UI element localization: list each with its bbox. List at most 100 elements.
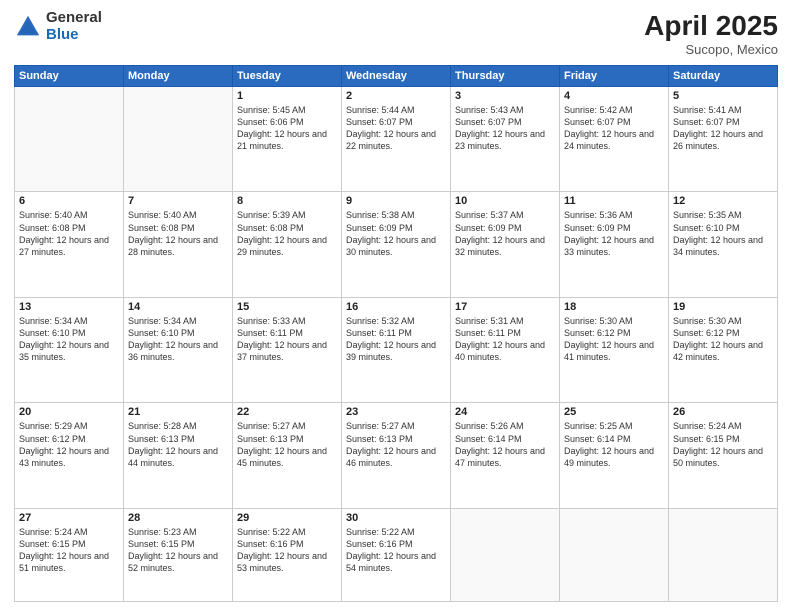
day-number: 6 [19, 195, 119, 207]
calendar-cell: 28 Sunrise: 5:23 AM Sunset: 6:15 PM Dayli… [124, 508, 233, 601]
day-number: 8 [237, 195, 337, 207]
day-number: 23 [346, 406, 446, 418]
calendar-cell: 3 Sunrise: 5:43 AM Sunset: 6:07 PM Daylig… [451, 87, 560, 192]
calendar-cell: 18Sunrise: 5:30 AM Sunset: 6:12 PM Dayli… [560, 297, 669, 402]
calendar-cell [124, 87, 233, 192]
day-number: 30 [346, 512, 446, 524]
cell-info: Sunrise: 5:43 AM Sunset: 6:07 PM Dayligh… [455, 104, 555, 153]
cell-info: Sunrise: 5:34 AM Sunset: 6:10 PM Dayligh… [128, 315, 228, 364]
cell-info: Sunrise: 5:27 AM Sunset: 6:13 PM Dayligh… [346, 420, 446, 469]
day-number: 3 [455, 90, 555, 102]
calendar-cell: 14 Sunrise: 5:34 AM Sunset: 6:10 PM Dayli… [124, 297, 233, 402]
calendar-cell: 20 Sunrise: 5:29 AM Sunset: 6:12 PM Dayli… [15, 403, 124, 508]
cell-info: Sunrise: 5:27 AM Sunset: 6:13 PM Dayligh… [237, 420, 337, 469]
col-sunday: Sunday [15, 66, 124, 87]
header: General Blue April 2025 Sucopo, Mexico [14, 10, 778, 57]
cell-info: Sunrise: 5:25 AM Sunset: 6:14 PM Dayligh… [564, 420, 664, 469]
day-number: 17 [455, 301, 555, 313]
col-thursday: Thursday [451, 66, 560, 87]
cell-info: Sunrise: 5:28 AM Sunset: 6:13 PM Dayligh… [128, 420, 228, 469]
cell-info: Sunrise: 5:40 AM Sunset: 6:08 PM Dayligh… [128, 209, 228, 258]
calendar-cell: 15 Sunrise: 5:33 AM Sunset: 6:11 PM Dayli… [233, 297, 342, 402]
cell-info: Sunrise: 5:35 AM Sunset: 6:10 PM Dayligh… [673, 209, 773, 258]
cell-info: Sunrise: 5:24 AM Sunset: 6:15 PM Dayligh… [673, 420, 773, 469]
cell-info: Sunrise: 5:31 AM Sunset: 6:11 PM Dayligh… [455, 315, 555, 364]
cell-info: Sunrise: 5:41 AM Sunset: 6:07 PM Dayligh… [673, 104, 773, 153]
calendar-week-1: 1Sunrise: 5:45 AM Sunset: 6:06 PM Daylig… [15, 87, 778, 192]
cell-info: Sunrise: 5:39 AM Sunset: 6:08 PM Dayligh… [237, 209, 337, 258]
col-friday: Friday [560, 66, 669, 87]
logo-general-text: General [46, 10, 102, 27]
day-number: 7 [128, 195, 228, 207]
cell-info: Sunrise: 5:30 AM Sunset: 6:12 PM Dayligh… [673, 315, 773, 364]
calendar-week-2: 6 Sunrise: 5:40 AM Sunset: 6:08 PM Daylig… [15, 192, 778, 297]
calendar-cell: 29 Sunrise: 5:22 AM Sunset: 6:16 PM Dayli… [233, 508, 342, 601]
day-number: 20 [19, 406, 119, 418]
cell-info: Sunrise: 5:45 AM Sunset: 6:06 PM Dayligh… [237, 104, 337, 153]
title-location: Sucopo, Mexico [644, 42, 778, 57]
calendar-cell: 7 Sunrise: 5:40 AM Sunset: 6:08 PM Daylig… [124, 192, 233, 297]
day-number: 14 [128, 301, 228, 313]
calendar-cell: 5 Sunrise: 5:41 AM Sunset: 6:07 PM Daylig… [669, 87, 778, 192]
day-number: 12 [673, 195, 773, 207]
calendar-cell: 11Sunrise: 5:36 AM Sunset: 6:09 PM Dayli… [560, 192, 669, 297]
calendar-cell: 8 Sunrise: 5:39 AM Sunset: 6:08 PM Daylig… [233, 192, 342, 297]
logo: General Blue [14, 10, 102, 43]
day-number: 10 [455, 195, 555, 207]
calendar-table: Sunday Monday Tuesday Wednesday Thursday… [14, 65, 778, 602]
day-number: 22 [237, 406, 337, 418]
calendar-week-4: 20 Sunrise: 5:29 AM Sunset: 6:12 PM Dayli… [15, 403, 778, 508]
day-number: 11 [564, 195, 664, 207]
cell-info: Sunrise: 5:29 AM Sunset: 6:12 PM Dayligh… [19, 420, 119, 469]
day-number: 24 [455, 406, 555, 418]
day-number: 13 [19, 301, 119, 313]
calendar-cell: 21Sunrise: 5:28 AM Sunset: 6:13 PM Dayli… [124, 403, 233, 508]
day-number: 27 [19, 512, 119, 524]
day-number: 25 [564, 406, 664, 418]
calendar-cell: 1Sunrise: 5:45 AM Sunset: 6:06 PM Daylig… [233, 87, 342, 192]
day-number: 19 [673, 301, 773, 313]
calendar-week-3: 13 Sunrise: 5:34 AM Sunset: 6:10 PM Dayli… [15, 297, 778, 402]
logo-blue-text: Blue [46, 27, 102, 44]
calendar-cell: 25 Sunrise: 5:25 AM Sunset: 6:14 PM Dayli… [560, 403, 669, 508]
cell-info: Sunrise: 5:44 AM Sunset: 6:07 PM Dayligh… [346, 104, 446, 153]
day-number: 2 [346, 90, 446, 102]
calendar-cell: 13 Sunrise: 5:34 AM Sunset: 6:10 PM Dayli… [15, 297, 124, 402]
cell-info: Sunrise: 5:23 AM Sunset: 6:15 PM Dayligh… [128, 526, 228, 575]
calendar-cell: 2 Sunrise: 5:44 AM Sunset: 6:07 PM Daylig… [342, 87, 451, 192]
cell-info: Sunrise: 5:38 AM Sunset: 6:09 PM Dayligh… [346, 209, 446, 258]
cell-info: Sunrise: 5:22 AM Sunset: 6:16 PM Dayligh… [237, 526, 337, 575]
col-saturday: Saturday [669, 66, 778, 87]
calendar-week-5: 27 Sunrise: 5:24 AM Sunset: 6:15 PM Dayli… [15, 508, 778, 601]
calendar-cell: 24Sunrise: 5:26 AM Sunset: 6:14 PM Dayli… [451, 403, 560, 508]
cell-info: Sunrise: 5:22 AM Sunset: 6:16 PM Dayligh… [346, 526, 446, 575]
calendar-cell: 16Sunrise: 5:32 AM Sunset: 6:11 PM Dayli… [342, 297, 451, 402]
title-month: April 2025 [644, 10, 778, 42]
calendar-cell: 6Sunrise: 5:40 AM Sunset: 6:08 PM Daylig… [15, 192, 124, 297]
day-number: 9 [346, 195, 446, 207]
calendar-cell: 9 Sunrise: 5:38 AM Sunset: 6:09 PM Daylig… [342, 192, 451, 297]
day-number: 5 [673, 90, 773, 102]
cell-info: Sunrise: 5:33 AM Sunset: 6:11 PM Dayligh… [237, 315, 337, 364]
cell-info: Sunrise: 5:32 AM Sunset: 6:11 PM Dayligh… [346, 315, 446, 364]
calendar-cell: 30 Sunrise: 5:22 AM Sunset: 6:16 PM Dayli… [342, 508, 451, 601]
col-tuesday: Tuesday [233, 66, 342, 87]
cell-info: Sunrise: 5:34 AM Sunset: 6:10 PM Dayligh… [19, 315, 119, 364]
logo-text: General Blue [46, 10, 102, 43]
col-monday: Monday [124, 66, 233, 87]
calendar-cell: 10Sunrise: 5:37 AM Sunset: 6:09 PM Dayli… [451, 192, 560, 297]
day-number: 29 [237, 512, 337, 524]
day-number: 18 [564, 301, 664, 313]
day-number: 28 [128, 512, 228, 524]
cell-info: Sunrise: 5:24 AM Sunset: 6:15 PM Dayligh… [19, 526, 119, 575]
calendar-cell: 27 Sunrise: 5:24 AM Sunset: 6:15 PM Dayli… [15, 508, 124, 601]
day-number: 15 [237, 301, 337, 313]
page: General Blue April 2025 Sucopo, Mexico S… [0, 0, 792, 612]
calendar-cell [15, 87, 124, 192]
cell-info: Sunrise: 5:42 AM Sunset: 6:07 PM Dayligh… [564, 104, 664, 153]
day-number: 4 [564, 90, 664, 102]
day-number: 26 [673, 406, 773, 418]
calendar-cell [451, 508, 560, 601]
calendar-cell: 22 Sunrise: 5:27 AM Sunset: 6:13 PM Dayli… [233, 403, 342, 508]
calendar-cell: 23 Sunrise: 5:27 AM Sunset: 6:13 PM Dayli… [342, 403, 451, 508]
